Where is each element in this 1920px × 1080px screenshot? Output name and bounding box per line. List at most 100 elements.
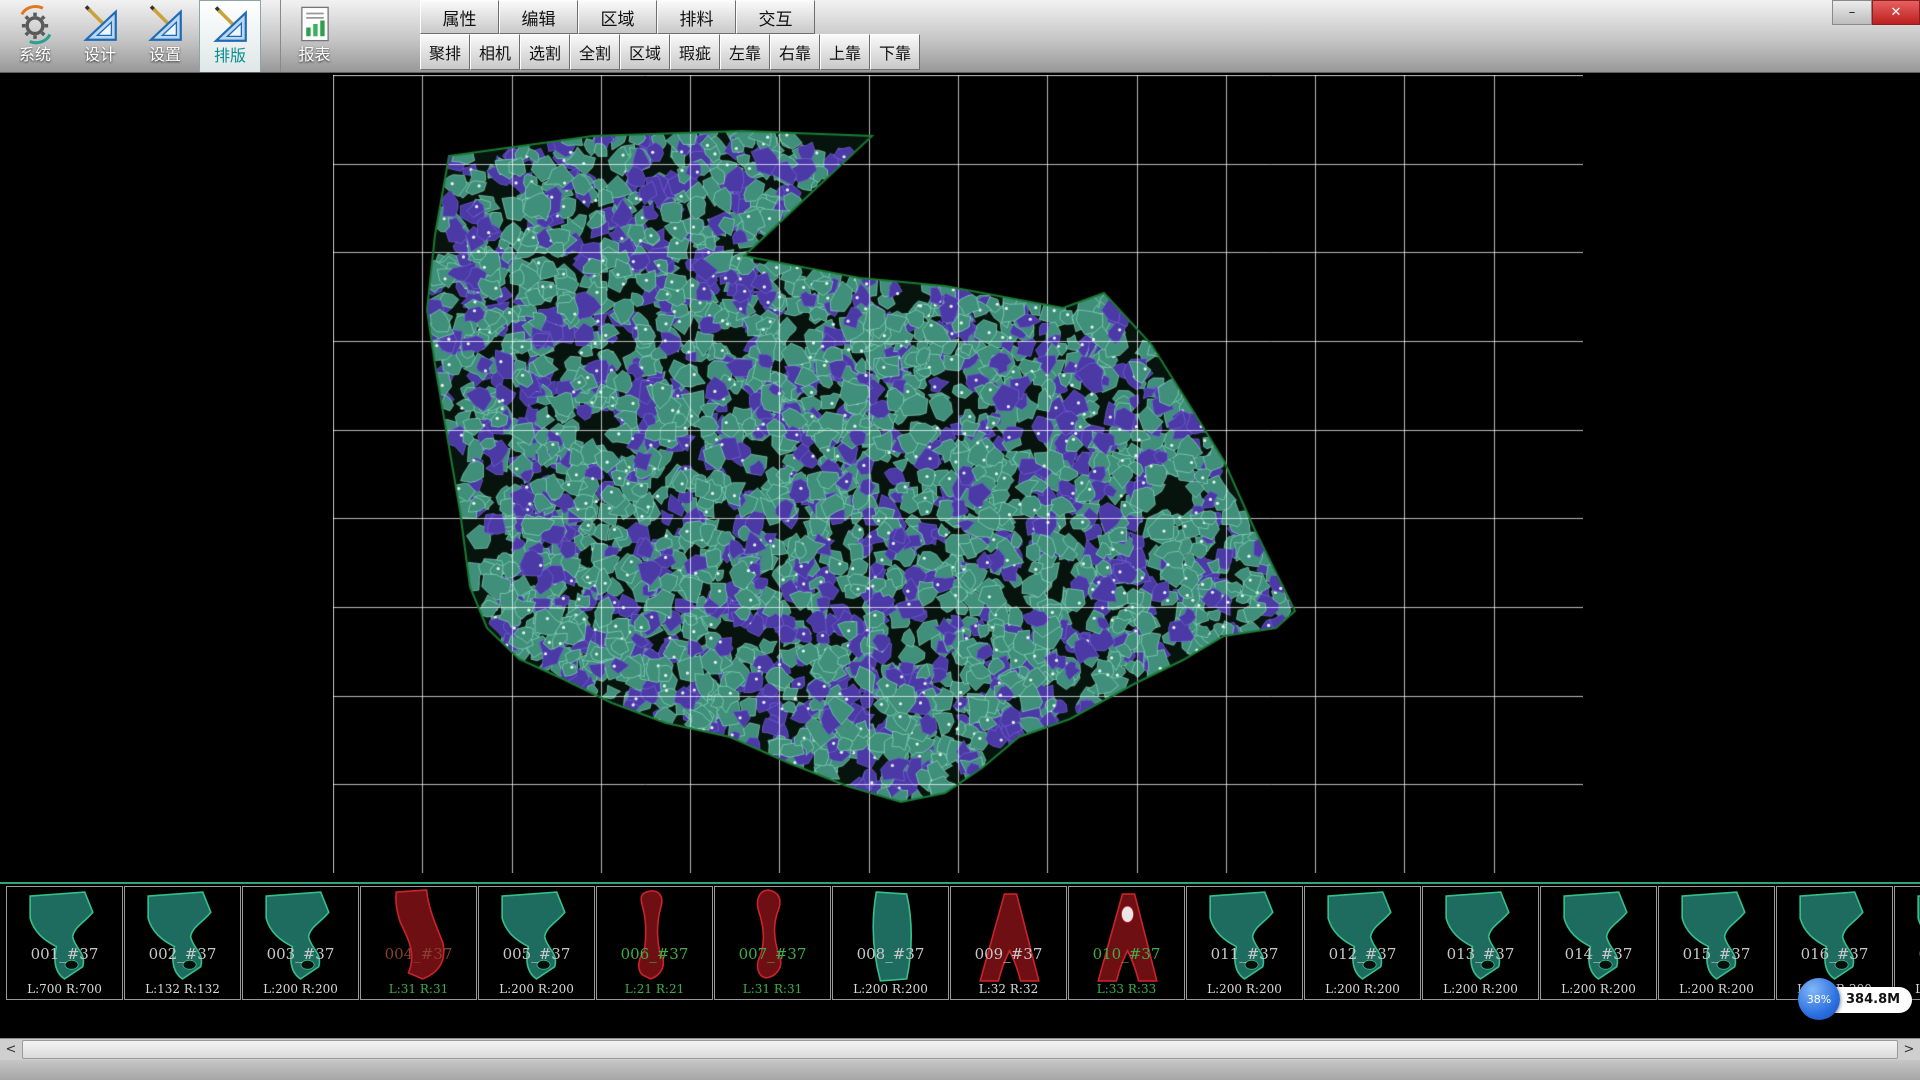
- thumbnail-piece-5[interactable]: 005_#37 L:200 R:200: [478, 886, 595, 1000]
- app-window: 系统设计设置排版报表 属性编辑区域排料交互 聚排相机选割全割区域瑕疵左靠右靠上靠…: [0, 0, 1920, 1080]
- nesting-canvas-area[interactable]: [0, 73, 1920, 882]
- thumbnail-piece-6[interactable]: 006_#37 L:21 R:21: [596, 886, 713, 1000]
- piece-label: 010_#37: [1069, 945, 1184, 963]
- piece-shape: [604, 888, 705, 989]
- piece-shape: [1430, 888, 1531, 989]
- close-button[interactable]: ✕: [1872, 0, 1920, 25]
- piece-shape: [1548, 888, 1649, 989]
- piece-label: 001_#37: [7, 945, 122, 963]
- piece-label: 002_#37: [125, 945, 240, 963]
- gear-icon: [14, 3, 56, 45]
- piece-label: 005_#37: [479, 945, 594, 963]
- piece-shape: [1666, 888, 1767, 989]
- thumbnail-piece-11[interactable]: 011_#37 L:200 R:200: [1186, 886, 1303, 1000]
- piece-label: 013_#37: [1423, 945, 1538, 963]
- tool-button-5[interactable]: 区域: [620, 34, 670, 70]
- app-label: 报表: [298, 45, 330, 65]
- piece-lr-count: L:200 R:200: [479, 982, 594, 996]
- thumbnail-piece-9[interactable]: 009_#37 L:32 R:32: [950, 886, 1067, 1000]
- memory-status: 384.8M 38%: [1798, 978, 1920, 1022]
- piece-lr-count: L:200 R:200: [1187, 982, 1302, 996]
- scroll-right-arrow[interactable]: >: [1898, 1039, 1920, 1060]
- piece-lr-count: L:31 R:31: [715, 982, 830, 996]
- piece-label: 003_#37: [243, 945, 358, 963]
- scroll-thumb[interactable]: [22, 1040, 1898, 1059]
- setsquare-icon: [209, 4, 251, 46]
- menu-tab-5[interactable]: 交互: [736, 0, 815, 34]
- tool-button-row: 聚排相机选割全割区域瑕疵左靠右靠上靠下靠: [420, 34, 920, 70]
- window-bottom-frame: [0, 1060, 1920, 1080]
- scroll-left-arrow[interactable]: <: [0, 1039, 22, 1060]
- piece-shape: [958, 888, 1059, 989]
- piece-shape: [250, 888, 351, 989]
- thumbnail-piece-2[interactable]: 002_#37 L:132 R:132: [124, 886, 241, 1000]
- thumbnail-piece-8[interactable]: 008_#37L:200 R:200: [832, 886, 949, 1000]
- tool-button-4[interactable]: 全割: [570, 34, 620, 70]
- menu-tab-1[interactable]: 属性: [420, 0, 499, 34]
- app-button-3[interactable]: 设置: [134, 0, 196, 72]
- tool-button-10[interactable]: 下靠: [870, 34, 920, 70]
- piece-lr-count: L:200 R:200: [1305, 982, 1420, 996]
- piece-label: 009_#37: [951, 945, 1066, 963]
- tool-button-6[interactable]: 瑕疵: [670, 34, 720, 70]
- thumbnail-piece-1[interactable]: 001_#37L:700 R:700: [6, 886, 123, 1000]
- app-label: 设计: [84, 45, 116, 65]
- app-button-5[interactable]: 报表: [280, 0, 342, 72]
- piece-lr-count: L:200 R:200: [243, 982, 358, 996]
- app-button-4[interactable]: 排版: [199, 0, 261, 72]
- piece-shape: [368, 888, 469, 989]
- horizontal-scrollbar[interactable]: < >: [0, 1038, 1920, 1060]
- nesting-canvas[interactable]: [333, 75, 1583, 873]
- piece-lr-count: L:132 R:132: [125, 982, 240, 996]
- thumbnail-piece-14[interactable]: 014_#37 L:200 R:200: [1540, 886, 1657, 1000]
- piece-shape: [722, 888, 823, 989]
- tool-button-1[interactable]: 聚排: [420, 34, 470, 70]
- menu-tab-2[interactable]: 编辑: [499, 0, 578, 34]
- window-controls: – ✕: [1832, 0, 1920, 25]
- scroll-track[interactable]: [22, 1039, 1898, 1060]
- menu-area: 属性编辑区域排料交互 聚排相机选割全割区域瑕疵左靠右靠上靠下靠: [420, 0, 920, 70]
- tool-button-3[interactable]: 选割: [520, 34, 570, 70]
- thumbnail-piece-12[interactable]: 012_#37 L:200 R:200: [1304, 886, 1421, 1000]
- report-icon: [294, 3, 336, 45]
- piece-shape: [1312, 888, 1413, 989]
- piece-shape: [1076, 888, 1177, 989]
- piece-shape: [1784, 888, 1885, 989]
- piece-lr-count: L:200 R:200: [833, 982, 948, 996]
- thumbnail-piece-3[interactable]: 003_#37 L:200 R:200: [242, 886, 359, 1000]
- thumbnail-piece-13[interactable]: 013_#37L:200 R:200: [1422, 886, 1539, 1000]
- piece-lr-count: L:32 R:32: [951, 982, 1066, 996]
- piece-shape: [1194, 888, 1295, 989]
- tool-button-7[interactable]: 左靠: [720, 34, 770, 70]
- app-button-1[interactable]: 系统: [4, 0, 66, 72]
- piece-label: 011_#37: [1187, 945, 1302, 963]
- thumbnail-piece-4[interactable]: 004_#37L:31 R:31: [360, 886, 477, 1000]
- piece-label: 012_#37: [1305, 945, 1420, 963]
- app-label: 设置: [149, 45, 181, 65]
- piece-lr-count: L:200 R:200: [1659, 982, 1774, 996]
- setsquare-icon: [79, 3, 121, 45]
- app-button-2[interactable]: 设计: [69, 0, 131, 72]
- piece-shape: [14, 888, 115, 989]
- piece-label: 014_#37: [1541, 945, 1656, 963]
- piece-lr-count: L:33 R:33: [1069, 982, 1184, 996]
- piece-shape: [132, 888, 233, 989]
- progress-badge[interactable]: 38%: [1798, 978, 1840, 1020]
- thumbnail-piece-10[interactable]: 010_#37 L:33 R:33: [1068, 886, 1185, 1000]
- piece-lr-count: L:21 R:21: [597, 982, 712, 996]
- piece-lr-count: L:200 R:200: [1541, 982, 1656, 996]
- piece-label: 017_#37: [1895, 945, 1920, 963]
- top-toolbar: 系统设计设置排版报表 属性编辑区域排料交互 聚排相机选割全割区域瑕疵左靠右靠上靠…: [0, 0, 1920, 73]
- piece-label: 006_#37: [597, 945, 712, 963]
- tool-button-8[interactable]: 右靠: [770, 34, 820, 70]
- thumbnail-piece-15[interactable]: 015_#37L:200 R:200: [1658, 886, 1775, 1000]
- tool-button-9[interactable]: 上靠: [820, 34, 870, 70]
- piece-shape: [840, 888, 941, 989]
- thumbnail-piece-7[interactable]: 007_#37L:31 R:31: [714, 886, 831, 1000]
- menu-tab-3[interactable]: 区域: [578, 0, 657, 34]
- piece-shape: [1902, 888, 1920, 989]
- tool-button-2[interactable]: 相机: [470, 34, 520, 70]
- minimize-button[interactable]: –: [1832, 0, 1872, 25]
- app-launcher-row: 系统设计 设置排版报表: [4, 0, 345, 72]
- menu-tab-4[interactable]: 排料: [657, 0, 736, 34]
